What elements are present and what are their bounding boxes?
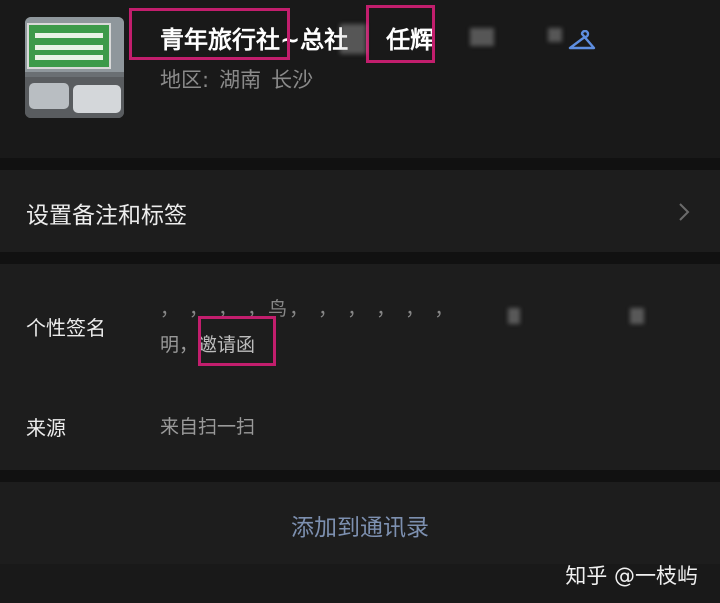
source-value: 来自扫一扫	[160, 416, 256, 438]
signature-line-2-prefix: 明，	[160, 334, 199, 356]
region: 地区: 湖南 长沙	[160, 64, 323, 94]
watermark: 知乎 @一枝屿	[565, 564, 698, 588]
set-remark-and-tags-label: 设置备注和标签	[26, 203, 187, 229]
add-to-contacts-row: 添加到通讯录	[0, 482, 720, 564]
section-divider	[0, 470, 720, 482]
redaction-blur	[548, 28, 562, 42]
highlight-box	[129, 8, 290, 60]
info-block: 个性签名 ， ， ， ，鸟， ， ， ， ， ， 明，邀请函 来源 来自扫一扫	[0, 264, 720, 470]
redaction-blur	[470, 28, 494, 46]
redaction-blur	[340, 24, 366, 54]
car-image	[73, 85, 121, 113]
highlight-box	[366, 5, 435, 63]
car-image	[29, 83, 69, 109]
region-province: 湖南	[219, 68, 262, 92]
chevron-right-icon	[679, 203, 690, 221]
profile-header: 青年旅行社~总社 任辉 地区: 湖南 长沙	[0, 0, 720, 150]
add-to-contacts-button[interactable]: 添加到通讯录	[291, 508, 429, 542]
redaction-blur	[630, 308, 644, 324]
section-divider	[0, 158, 720, 170]
region-label: 地区:	[160, 68, 210, 92]
region-city: 长沙	[271, 68, 314, 92]
signature-label: 个性签名	[26, 316, 106, 340]
storefront-sign	[27, 23, 111, 69]
highlight-box	[198, 316, 276, 366]
redaction-blur	[508, 308, 520, 324]
source-label: 来源	[26, 416, 66, 440]
avatar[interactable]	[25, 17, 124, 118]
set-remark-and-tags-row[interactable]: 设置备注和标签	[0, 170, 720, 252]
section-divider	[0, 252, 720, 264]
contact-profile-screen: 青年旅行社~总社 任辉 地区: 湖南 长沙 设置备注和标签 个性签名 ， ， ， ，鸟…	[0, 0, 720, 603]
hanger-icon	[568, 30, 596, 50]
